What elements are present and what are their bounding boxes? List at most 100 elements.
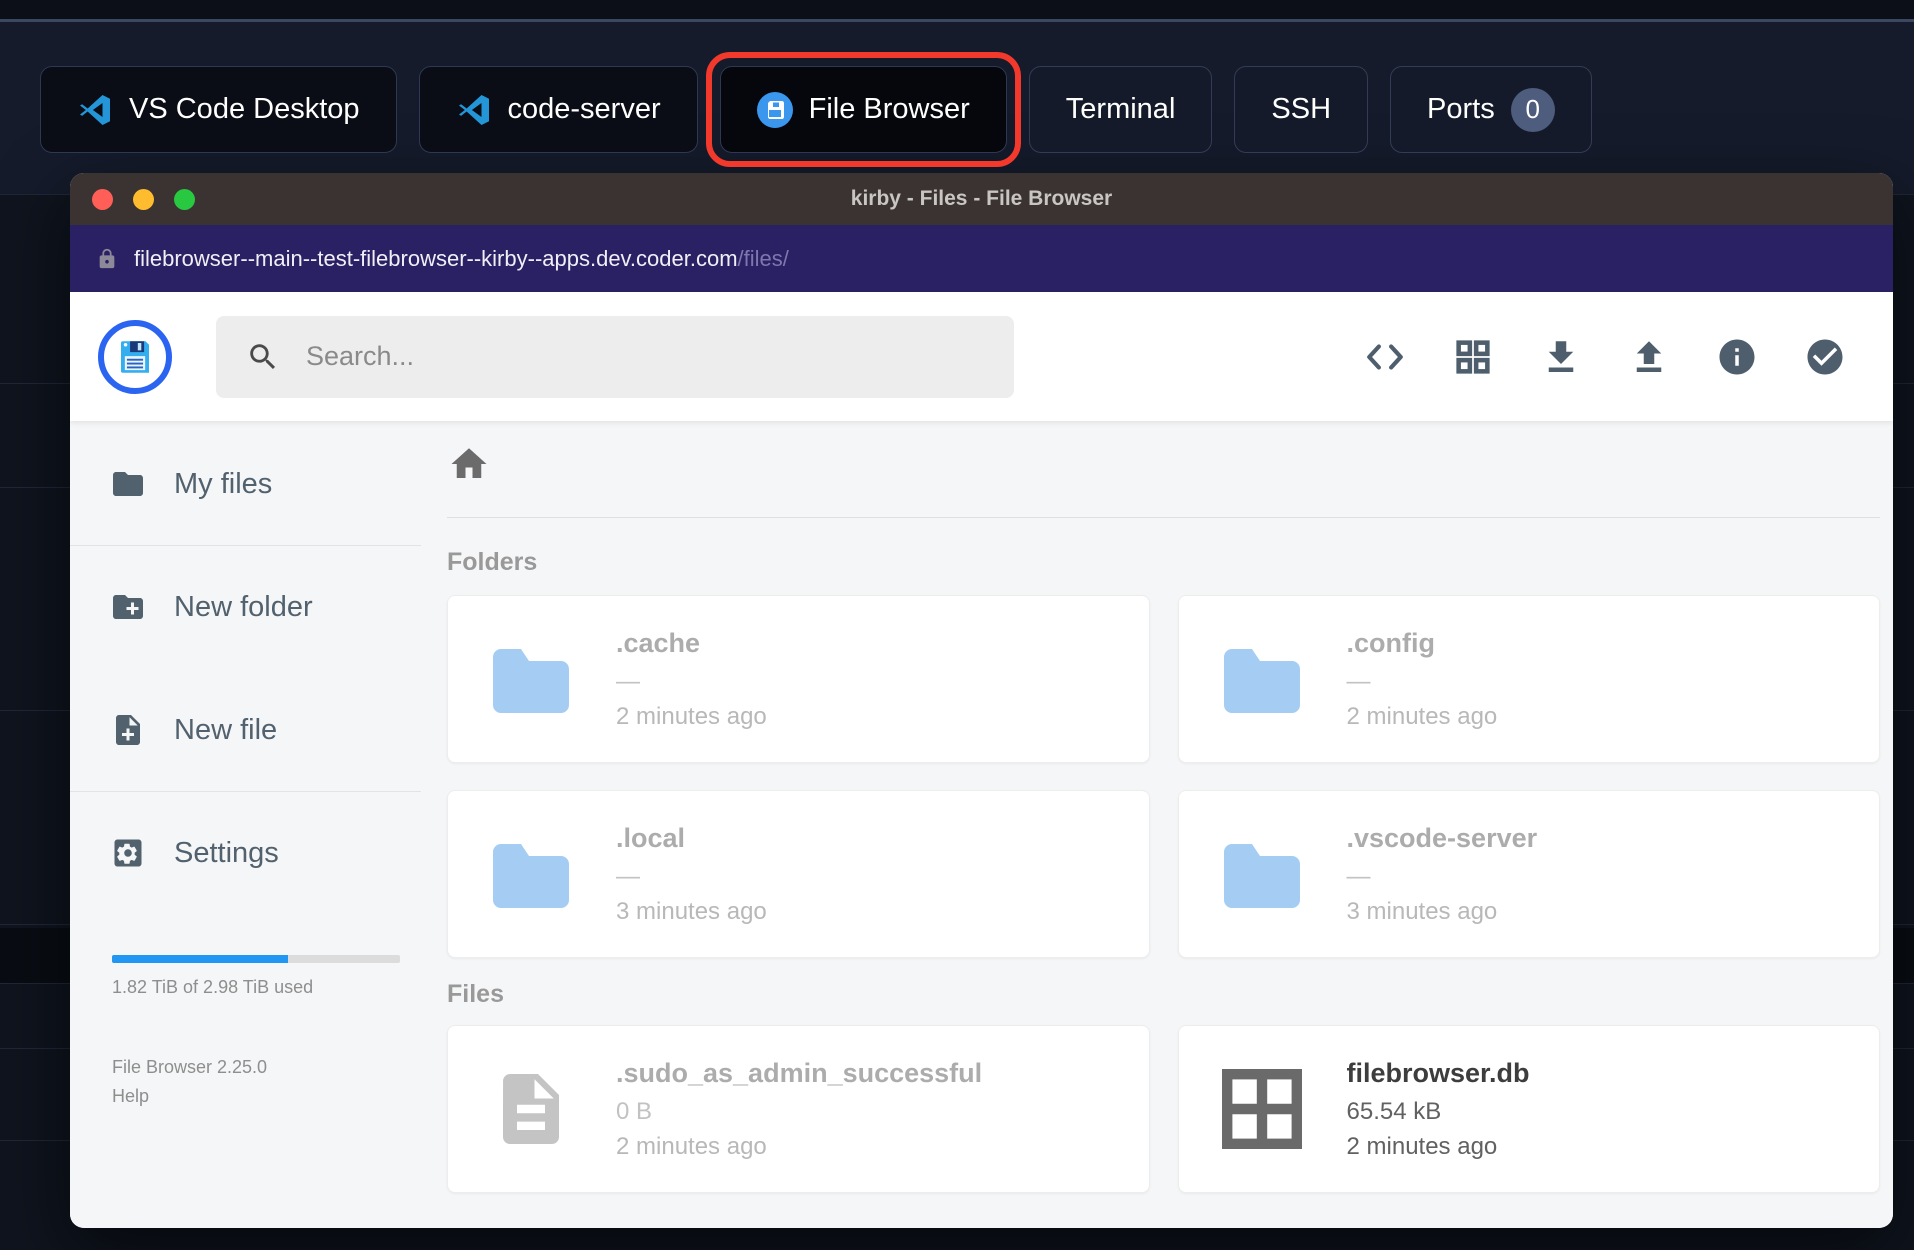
sidebar-item-label: My files — [174, 467, 273, 500]
item-name: .config — [1346, 627, 1436, 658]
file-browser-window: kirby - Files - File Browser filebrowser… — [70, 173, 1893, 1228]
app-header — [70, 292, 1893, 421]
download-button[interactable] — [1539, 335, 1583, 379]
code-server-button[interactable]: code-server — [418, 66, 698, 153]
address-bar[interactable]: filebrowser--main--test-filebrowser--kir… — [70, 225, 1893, 292]
file-browser-logo[interactable] — [98, 319, 172, 394]
info-icon — [1719, 339, 1755, 374]
item-size: 0 B — [616, 1097, 653, 1125]
top-strip — [0, 0, 1914, 22]
select-multiple-button[interactable] — [1803, 335, 1847, 379]
folder-icon — [493, 844, 569, 908]
info-button[interactable] — [1715, 335, 1759, 379]
floppy-disk-icon — [121, 340, 149, 373]
item-name: .vscode-server — [1346, 822, 1538, 853]
taskbar-button-label: VS Code Desktop — [129, 93, 360, 125]
grid-view-icon — [1456, 339, 1490, 374]
sidebar-item-my-files[interactable]: My files — [70, 441, 421, 527]
upload-button[interactable] — [1627, 335, 1671, 379]
sidebar-item-label: New file — [174, 713, 278, 746]
code-view-button[interactable] — [1363, 335, 1407, 379]
taskbar-button-label: Terminal — [1065, 93, 1176, 125]
storage-usage-bar — [112, 955, 400, 963]
folder-card-local[interactable]: .local — 3 minutes ago — [447, 790, 1150, 958]
database-grid-icon — [1221, 1068, 1302, 1149]
item-size: — — [616, 862, 640, 890]
close-window-button[interactable] — [92, 188, 113, 210]
url-host: filebrowser--main--test-filebrowser--kir… — [134, 245, 738, 271]
item-modified-time: 3 minutes ago — [616, 897, 767, 925]
sidebar: My files New folder New file Settings 1.… — [70, 421, 421, 1228]
files-grid: .sudo_as_admin_successful 0 B 2 minutes … — [447, 1025, 1880, 1193]
folder-icon — [493, 649, 569, 713]
header-actions — [1363, 335, 1865, 379]
window-title: kirby - Files - File Browser — [850, 187, 1113, 210]
sidebar-item-label: Settings — [174, 836, 279, 869]
home-icon — [451, 448, 487, 478]
ports-button[interactable]: Ports 0 — [1390, 66, 1592, 153]
folder-card-config[interactable]: .config — 2 minutes ago — [1177, 595, 1880, 763]
taskbar-button-label: Ports — [1427, 93, 1495, 125]
taskbar-button-label: code-server — [507, 93, 661, 125]
item-modified-time: 2 minutes ago — [1346, 702, 1498, 730]
section-heading-files: Files — [447, 980, 504, 1008]
app-version: File Browser 2.25.0 — [112, 1057, 268, 1077]
document-icon — [503, 1074, 559, 1144]
minimize-window-button[interactable] — [133, 188, 154, 210]
file-card-sudo-as-admin-successful[interactable]: .sudo_as_admin_successful 0 B 2 minutes … — [447, 1025, 1150, 1193]
breadcrumb — [447, 443, 1880, 485]
ssh-button[interactable]: SSH — [1234, 66, 1369, 153]
vscode-icon — [458, 94, 489, 125]
folder-icon — [1223, 649, 1300, 713]
home-button[interactable] — [447, 442, 491, 486]
taskbar-button-label: SSH — [1271, 93, 1332, 125]
code-icon — [1367, 343, 1403, 370]
item-size: — — [1346, 862, 1371, 890]
item-modified-time: 3 minutes ago — [1346, 897, 1498, 925]
item-modified-time: 2 minutes ago — [616, 702, 767, 730]
storage-usage-text: 1.82 TiB of 2.98 TiB used — [112, 977, 314, 997]
taskbar-button-label: File Browser — [808, 93, 970, 125]
vscode-desktop-button[interactable]: VS Code Desktop — [40, 66, 397, 153]
download-icon — [1548, 340, 1574, 372]
filebrowser-icon — [756, 91, 793, 128]
storage-usage-fill — [112, 955, 288, 963]
item-size: 65.54 kB — [1346, 1097, 1442, 1125]
lock-icon — [99, 248, 115, 268]
file-card-filebrowser-db[interactable]: filebrowser.db 65.54 kB 2 minutes ago — [1177, 1025, 1880, 1193]
terminal-button[interactable]: Terminal — [1028, 66, 1213, 153]
item-name: filebrowser.db — [1346, 1057, 1530, 1088]
sidebar-item-new-file[interactable]: New file — [70, 687, 421, 773]
ports-count-badge: 0 — [1510, 87, 1555, 132]
item-name: .sudo_as_admin_successful — [616, 1057, 983, 1088]
url-path: /files/ — [737, 245, 789, 271]
window-titlebar: kirby - Files - File Browser — [70, 173, 1893, 225]
folder-card-cache[interactable]: .cache — 2 minutes ago — [447, 595, 1150, 763]
search-box[interactable] — [216, 315, 1014, 398]
section-heading-folders: Folders — [447, 548, 538, 576]
help-link[interactable]: Help — [112, 1082, 421, 1111]
sidebar-item-settings[interactable]: Settings — [70, 810, 421, 896]
item-name: .local — [616, 822, 686, 853]
url-text: filebrowser--main--test-filebrowser--kir… — [134, 246, 789, 272]
file-browser-button[interactable]: File Browser — [705, 52, 1021, 167]
item-name: .cache — [616, 627, 701, 658]
listing-divider — [447, 517, 1880, 518]
search-icon — [250, 343, 276, 369]
search-input[interactable] — [306, 341, 984, 372]
item-size: — — [616, 667, 640, 695]
folders-grid: .cache — 2 minutes ago .config — 2 minut… — [447, 595, 1880, 958]
traffic-lights — [92, 173, 195, 225]
window-content: My files New folder New file Settings 1.… — [70, 421, 1893, 1228]
item-modified-time: 2 minutes ago — [1346, 1132, 1498, 1160]
sidebar-item-new-folder[interactable]: New folder — [70, 564, 421, 650]
switch-view-button[interactable] — [1451, 335, 1495, 379]
folder-card-vscode-server[interactable]: .vscode-server — 3 minutes ago — [1177, 790, 1880, 958]
folder-icon — [1223, 844, 1300, 908]
gear-icon — [114, 839, 142, 867]
zoom-window-button[interactable] — [174, 188, 195, 210]
sidebar-divider — [70, 545, 421, 546]
sidebar-item-label: New folder — [174, 590, 313, 623]
vscode-icon — [80, 94, 110, 125]
folder-plus-icon — [113, 595, 143, 619]
